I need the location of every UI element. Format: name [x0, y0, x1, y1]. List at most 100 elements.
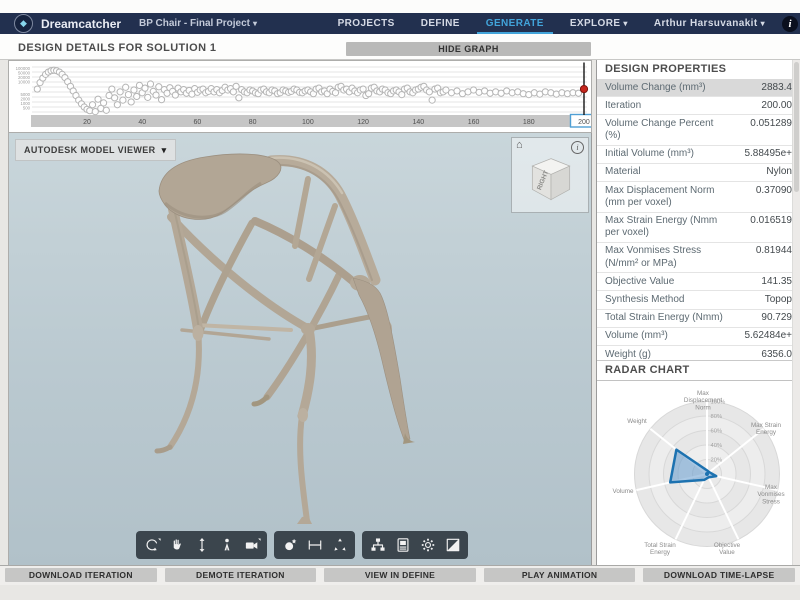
chevron-down-icon: ▾	[162, 145, 167, 156]
property-row[interactable]: Max Strain Energy (Nmm per voxel) 0.0165…	[597, 213, 793, 243]
footer-button[interactable]: PLAY ANIMATION	[484, 568, 636, 582]
model-browser-icon	[369, 536, 387, 554]
svg-text:Volume: Volume	[612, 488, 634, 495]
fullscreen-button[interactable]	[440, 533, 465, 557]
measure-icon	[306, 536, 324, 554]
panel-scrollbar[interactable]	[792, 60, 800, 565]
svg-text:120: 120	[357, 119, 369, 126]
svg-text:80: 80	[249, 119, 257, 126]
dreamcatcher-app-window: ◆ Dreamcatcher BP Chair - Final Project▾…	[0, 0, 800, 600]
property-value: 5.62484e+	[744, 330, 792, 342]
property-label: Initial Volume (mm³)	[605, 148, 731, 160]
model-browser-button[interactable]	[365, 533, 390, 557]
measure-tool-button[interactable]	[302, 533, 327, 557]
property-value: 0.37090	[756, 185, 792, 197]
property-label: Volume Change (mm³)	[605, 82, 731, 94]
svg-text:100: 100	[302, 119, 314, 126]
property-value: 90.729	[761, 312, 792, 324]
chevron-down-icon: ▾	[623, 19, 627, 28]
navigation-tools-group	[136, 531, 267, 559]
model-viewer[interactable]: AUTODESK MODEL VIEWER▾ ⌂ i RIGHT	[8, 133, 592, 565]
hide-graph-button[interactable]: HIDE GRAPH	[346, 42, 591, 56]
property-row[interactable]: Volume Change Percent (%) 0.051289	[597, 115, 793, 145]
property-row[interactable]: Total Strain Energy (Nmm) 90.729	[597, 310, 793, 328]
fullscreen-contrast-icon	[444, 536, 462, 554]
chair-model[interactable]	[9, 133, 592, 565]
render-tool-button[interactable]	[277, 533, 302, 557]
svg-text:ObjectiveValue: ObjectiveValue	[714, 542, 741, 556]
svg-text:Max StrainEnergy: Max StrainEnergy	[751, 422, 782, 436]
footer-button[interactable]: DOWNLOAD ITERATION	[5, 568, 157, 582]
property-row[interactable]: Volume Change (mm³) 2883.4	[597, 79, 793, 97]
render-tools-group	[274, 531, 355, 559]
svg-text:20: 20	[83, 119, 91, 126]
nav-generate[interactable]: GENERATE	[473, 13, 557, 34]
property-label: Synthesis Method	[605, 294, 731, 306]
property-label: Total Strain Energy (Nmm)	[605, 312, 731, 324]
render-sphere-icon	[281, 536, 299, 554]
properties-doc-icon	[394, 536, 412, 554]
info-icon[interactable]: i	[782, 16, 798, 32]
footer-button[interactable]: DEMOTE ITERATION	[165, 568, 317, 582]
zoom-arrows-icon	[193, 536, 211, 554]
iteration-graph-panel: 2040608010012014016018020010000050000200…	[8, 60, 592, 133]
property-row[interactable]: Volume (mm³) 5.62484e+	[597, 328, 793, 346]
project-menu[interactable]: BP Chair - Final Project▾	[139, 18, 257, 29]
property-row[interactable]: Iteration 200.00	[597, 97, 793, 115]
svg-text:40: 40	[138, 119, 146, 126]
property-row[interactable]: Material Nylon	[597, 164, 793, 182]
settings-button[interactable]	[415, 533, 440, 557]
svg-text:500: 500	[23, 106, 31, 111]
home-icon[interactable]: ⌂	[516, 139, 523, 151]
viewcube[interactable]: RIGHT	[521, 153, 581, 209]
properties-button[interactable]	[390, 533, 415, 557]
nav-define[interactable]: DEFINE	[408, 13, 473, 34]
nav-projects[interactable]: PROJECTS	[325, 13, 408, 34]
explode-tool-button[interactable]	[327, 533, 352, 557]
footer-button[interactable]: DOWNLOAD TIME-LAPSE	[643, 568, 795, 582]
property-row[interactable]: Max Displacement Norm (mm per voxel) 0.3…	[597, 182, 793, 212]
design-properties-table: Volume Change (mm³) 2883.4 Iteration 200…	[597, 79, 793, 364]
first-person-icon	[218, 536, 236, 554]
nav-menu: PROJECTS DEFINE GENERATE EXPLORE▾ Arthur…	[325, 13, 800, 34]
chevron-down-icon: ▾	[253, 19, 257, 28]
svg-text:160: 160	[468, 119, 480, 126]
property-row[interactable]: Objective Value 141.35	[597, 273, 793, 291]
window-top-margin	[0, 0, 800, 13]
camera-icon	[243, 536, 261, 554]
zoom-tool-button[interactable]	[189, 533, 214, 557]
property-value: 141.35	[761, 276, 792, 288]
property-value: 6356.0	[761, 349, 792, 361]
nav-explore[interactable]: EXPLORE▾	[557, 13, 641, 34]
first-person-tool-button[interactable]	[214, 533, 239, 557]
property-label: Iteration	[605, 100, 731, 112]
property-value: Nylon	[766, 166, 792, 178]
user-menu[interactable]: Arthur Harsuvanakit▾	[641, 13, 778, 34]
chevron-down-icon: ▾	[761, 19, 765, 28]
orbit-icon	[143, 536, 161, 554]
top-navbar: ◆ Dreamcatcher BP Chair - Final Project▾…	[0, 13, 800, 34]
property-row[interactable]: Max Vonmises Stress (N/mm² or MPa) 0.819…	[597, 243, 793, 273]
svg-text:10000: 10000	[18, 80, 31, 85]
footer-action-bar: DOWNLOAD ITERATION DEMOTE ITERATION VIEW…	[0, 565, 800, 585]
iteration-scatter-chart[interactable]: 2040608010012014016018020010000050000200…	[9, 61, 591, 132]
svg-text:80%: 80%	[711, 414, 723, 420]
svg-text:Weight: Weight	[627, 418, 647, 425]
solution-header-row: DESIGN DETAILS FOR SOLUTION 1 HIDE GRAPH	[0, 34, 800, 60]
page-title: DESIGN DETAILS FOR SOLUTION 1	[18, 42, 216, 54]
settings-tools-group	[362, 531, 468, 559]
footer-button[interactable]: VIEW IN DEFINE	[324, 568, 476, 582]
property-row[interactable]: Synthesis Method Topop	[597, 291, 793, 309]
camera-tool-button[interactable]	[239, 533, 264, 557]
property-row[interactable]: Initial Volume (mm³) 5.88495e+	[597, 146, 793, 164]
property-label: Max Vonmises Stress (N/mm² or MPa)	[605, 245, 731, 269]
orbit-tool-button[interactable]	[139, 533, 164, 557]
right-panel: DESIGN PROPERTIES Volume Change (mm³) 28…	[596, 60, 800, 565]
scrollbar-thumb[interactable]	[794, 62, 799, 192]
pan-hand-icon	[168, 536, 186, 554]
window-bottom-margin	[0, 585, 800, 600]
pan-tool-button[interactable]	[164, 533, 189, 557]
svg-text:20%: 20%	[711, 458, 723, 464]
model-viewer-dropdown[interactable]: AUTODESK MODEL VIEWER▾	[15, 139, 176, 161]
property-value: Topop	[765, 294, 792, 306]
